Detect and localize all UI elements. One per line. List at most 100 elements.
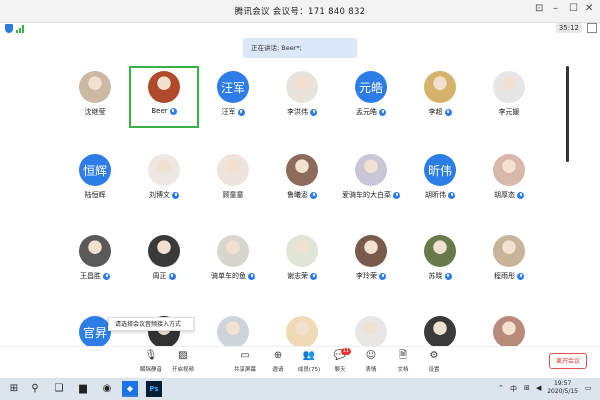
- avatar: [148, 71, 180, 103]
- avatar: [286, 235, 318, 267]
- file-explorer-icon[interactable]: ▆: [75, 381, 91, 397]
- participant-tile[interactable]: 王昌胜: [60, 230, 130, 292]
- toolbar-label: 表情: [365, 367, 377, 373]
- shield-icon[interactable]: [5, 24, 13, 33]
- participant-tile[interactable]: 周正: [129, 230, 199, 292]
- tencent-meeting-icon[interactable]: ◆: [122, 381, 138, 397]
- participant-tile[interactable]: 李洪伟: [267, 66, 337, 128]
- participant-name: 爱骑车的大白菜: [342, 191, 391, 199]
- participant-name: Beer: [151, 107, 168, 115]
- taskview-icon[interactable]: ❑: [51, 381, 67, 397]
- microphone-icon: [169, 107, 177, 115]
- microphone-icon: [379, 272, 386, 280]
- toolbar-item-document[interactable]: 🗎 文档: [388, 350, 418, 373]
- toolbar-item-emoji[interactable]: ☺ 表情: [356, 350, 386, 373]
- toolbar-label: 成员(75): [297, 367, 321, 373]
- avatar: 官昇: [79, 316, 111, 348]
- microphone-icon: [310, 272, 317, 280]
- participant-tile[interactable]: 元皓 孟元皓: [336, 66, 406, 128]
- avatar: [286, 71, 318, 103]
- participant-tile[interactable]: 昕伟 胡昕伟: [405, 149, 475, 211]
- participant-tile[interactable]: 胡厚态: [474, 149, 544, 211]
- volume-icon[interactable]: ◀: [536, 384, 541, 392]
- participant-tile[interactable]: 苏晓: [405, 230, 475, 292]
- toolbar-item-share-screen[interactable]: ▭ 共享屏幕: [230, 350, 260, 373]
- avatar: [493, 154, 525, 186]
- microphone-icon: [444, 272, 452, 280]
- search-icon[interactable]: ⚲: [27, 381, 43, 397]
- signal-icon[interactable]: [16, 25, 24, 33]
- participant-tile[interactable]: 恒辉 陆恒辉: [60, 149, 130, 211]
- participant-tile[interactable]: Beer: [129, 66, 199, 128]
- input-mode-icon[interactable]: ⊞: [524, 384, 530, 392]
- participant-label: 周正: [129, 271, 199, 281]
- toolbar-item-members[interactable]: 👥 成员(75): [294, 350, 324, 373]
- toolbar-item-camera-off[interactable]: ▨ 开启视频: [168, 350, 198, 373]
- avatar: [79, 235, 111, 267]
- layout-icon[interactable]: [587, 23, 597, 33]
- participant-tile[interactable]: 鲁曦澎: [267, 149, 337, 211]
- participant-label: 王昌胜: [60, 271, 130, 281]
- participant-label: 沈继莹: [60, 107, 130, 117]
- toolbar-item-microphone-muted[interactable]: 🎙 解除静音: [136, 350, 166, 373]
- avatar: [148, 154, 180, 186]
- avatar: 汪军: [217, 71, 249, 103]
- chrome-icon[interactable]: ◉: [99, 381, 115, 397]
- emoji-icon: ☺: [365, 350, 377, 361]
- toolbar-item-chat[interactable]: 💬 11 聊天: [325, 348, 355, 373]
- toolbar-label: 解除静音: [139, 367, 162, 373]
- participant-tile[interactable]: 李超: [405, 66, 475, 128]
- ime-indicator[interactable]: 中: [510, 384, 517, 394]
- avatar: [424, 235, 456, 267]
- chat-badge: 11: [340, 348, 351, 355]
- participant-tile[interactable]: 李元媛: [474, 66, 544, 128]
- pin-icon[interactable]: ⊡: [535, 3, 543, 14]
- participant-label: 李洪伟: [267, 107, 337, 117]
- settings-icon: ⚙: [429, 350, 439, 361]
- participant-label: 程雨彤: [474, 271, 544, 281]
- participant-tile[interactable]: 谢志荣: [267, 230, 337, 292]
- avatar: 恒辉: [79, 154, 111, 186]
- photoshop-icon[interactable]: Ps: [146, 381, 162, 397]
- toolbar-label: 开启视频: [171, 367, 194, 373]
- toolbar-label: 聊天: [334, 367, 346, 373]
- participant-label: 胡厚态: [474, 190, 544, 200]
- microphone-muted-icon: 🎙: [144, 350, 158, 361]
- participant-label: 李超: [405, 107, 475, 117]
- participant-tile[interactable]: 爱骑车的大白菜: [336, 149, 406, 211]
- notification-icon[interactable]: ▭: [585, 384, 592, 392]
- avatar: [493, 316, 525, 348]
- participant-tile[interactable]: 程雨彤: [474, 230, 544, 292]
- microphone-icon: [248, 272, 255, 280]
- avatar: [424, 71, 456, 103]
- minimize-icon[interactable]: –: [553, 3, 558, 14]
- participant-tile[interactable]: 李玲荣: [336, 230, 406, 292]
- participant-name: 刘博文: [149, 191, 170, 199]
- tray-up-icon[interactable]: ⌃: [498, 384, 504, 392]
- microphone-icon: [237, 108, 245, 116]
- scrollbar[interactable]: [566, 66, 569, 162]
- avatar: [493, 235, 525, 267]
- system-clock[interactable]: 19:57 2020/5/15: [547, 380, 578, 396]
- close-icon[interactable]: ✕: [585, 3, 593, 14]
- maximize-icon[interactable]: ☐: [569, 3, 578, 14]
- leave-meeting-button[interactable]: 离开会议: [549, 353, 587, 369]
- microphone-icon: [168, 272, 176, 280]
- members-icon: 👥: [302, 350, 316, 361]
- participant-label: 鲁曦澎: [267, 190, 337, 200]
- toolbar-label: 邀请: [272, 367, 284, 373]
- participant-tile[interactable]: 沈继莹: [60, 66, 130, 128]
- status-row: 35:12: [0, 22, 600, 36]
- participant-tile[interactable]: 顾童童: [198, 149, 268, 211]
- participant-label: 骑单车的鱼: [198, 271, 268, 281]
- microphone-icon: [310, 108, 317, 116]
- toolbar-item-settings[interactable]: ⚙ 设置: [419, 350, 449, 373]
- windows-start-icon[interactable]: ⊞: [6, 381, 22, 397]
- participant-tile[interactable]: 骑单车的鱼: [198, 230, 268, 292]
- avatar: [79, 71, 111, 103]
- toolbar-label: 文档: [397, 367, 409, 373]
- participant-tile[interactable]: 汪军 汪军: [198, 66, 268, 128]
- participant-name: 胡昕伟: [425, 191, 446, 199]
- participant-tile[interactable]: 刘博文: [129, 149, 199, 211]
- toolbar-item-invite[interactable]: ⊕ 邀请: [263, 350, 293, 373]
